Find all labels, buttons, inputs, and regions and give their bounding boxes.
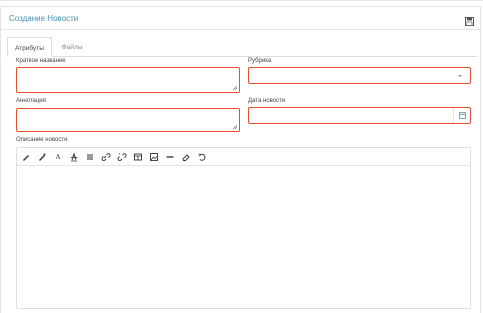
- list-icon[interactable]: [85, 152, 95, 162]
- short-name-textarea[interactable]: [16, 67, 240, 93]
- rubric-select[interactable]: [248, 67, 471, 84]
- font-icon[interactable]: A: [53, 152, 63, 162]
- date-label: Дата новости: [248, 98, 286, 104]
- description-label: Описание новости: [16, 137, 68, 143]
- news-create-panel: Создание Новости Атрибуты Файлы Краткое …: [0, 6, 481, 313]
- table-icon[interactable]: [133, 152, 143, 162]
- rubric-label: Рубрика: [248, 58, 272, 64]
- tab-files[interactable]: Файлы: [57, 37, 87, 57]
- eraser-icon[interactable]: [181, 152, 191, 162]
- tab-attributes[interactable]: Атрибуты: [7, 37, 52, 57]
- editor-content-area[interactable]: [17, 166, 470, 308]
- link-icon[interactable]: [101, 152, 111, 162]
- image-icon[interactable]: [149, 152, 159, 162]
- chevron-down-icon: [458, 75, 462, 77]
- annotation-textarea[interactable]: [16, 108, 240, 132]
- calendar-button[interactable]: [453, 108, 470, 123]
- italic-icon[interactable]: [37, 152, 47, 162]
- panel-title: Создание Новости: [9, 14, 79, 23]
- save-icon[interactable]: [465, 13, 474, 26]
- calendar-icon: [459, 112, 466, 119]
- editor-toolbar: A: [17, 148, 470, 166]
- panel-header: Создание Новости: [1, 7, 480, 30]
- undo-icon[interactable]: [197, 152, 207, 162]
- description-editor: A: [16, 147, 471, 309]
- strikethrough-icon[interactable]: [69, 152, 79, 162]
- short-name-label: Краткое название: [16, 58, 66, 64]
- date-input[interactable]: [248, 107, 471, 124]
- resize-handle-icon[interactable]: [232, 85, 237, 90]
- unlink-icon[interactable]: [117, 152, 127, 162]
- tab-bar: Атрибуты Файлы: [7, 37, 477, 57]
- resize-handle-icon[interactable]: [232, 124, 237, 129]
- bold-icon[interactable]: [21, 152, 31, 162]
- horizontal-rule-icon[interactable]: [165, 152, 175, 162]
- annotation-label: Аннотация: [16, 98, 46, 104]
- top-divider: [0, 0, 483, 1]
